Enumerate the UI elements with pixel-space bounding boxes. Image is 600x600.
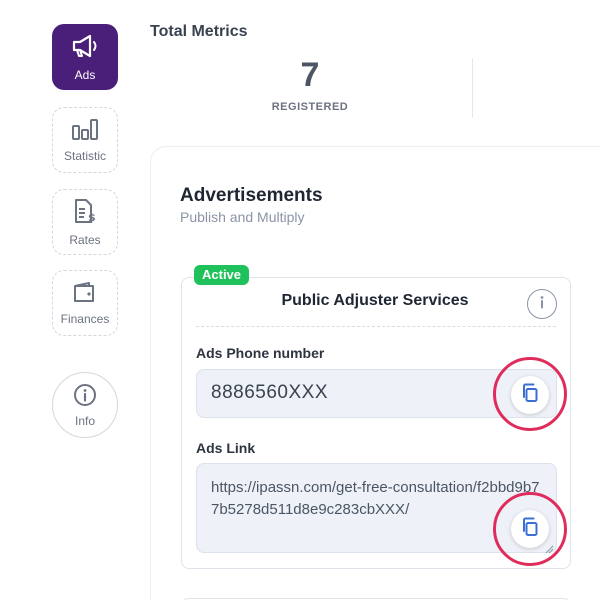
ad-title: Public Adjuster Services [281,292,469,309]
megaphone-icon [70,33,100,62]
sidebar-item-label: Statistic [63,148,106,163]
svg-text:$: $ [88,211,96,224]
phone-value: 8886560XXX [211,382,328,403]
card-divider [196,326,556,327]
sidebar-item-label: Rates [69,232,101,247]
sidebar-item-label: Ads [74,67,96,82]
info-icon [73,383,97,410]
highlight-ring-phone [493,357,567,431]
sidebar-item-ads[interactable]: Ads [52,24,118,90]
link-field-label: Ads Link [196,440,256,456]
metrics-title: Total Metrics [150,23,248,40]
sidebar-item-statistic[interactable]: Statistic [52,107,118,173]
sidebar-info-button[interactable]: Info [52,372,118,438]
app-root: Ads Statistic $ Rates Finances Info Tota… [0,0,600,600]
info-icon [533,293,551,316]
sidebar-item-rates[interactable]: $ Rates [52,189,118,255]
rates-document-icon: $ [72,198,98,227]
registered-label: REGISTERED [271,101,349,113]
wallet-icon [72,281,98,306]
sidebar-item-finances[interactable]: Finances [52,270,118,336]
sidebar-info-label: Info [74,413,95,428]
highlight-ring-link [493,492,567,566]
status-badge: Active [194,265,250,285]
ad-info-button[interactable] [527,289,557,319]
link-value: https://ipassn.com/get-free-consultation… [211,479,540,518]
metric-divider [472,58,473,118]
sidebar-item-label: Finances [60,311,110,326]
registered-count: 7 [300,56,320,94]
bar-chart-icon [71,118,99,143]
phone-field-label: Ads Phone number [196,345,325,361]
panel-subtitle: Publish and Multiply [180,209,305,225]
panel-title: Advertisements [180,185,323,206]
